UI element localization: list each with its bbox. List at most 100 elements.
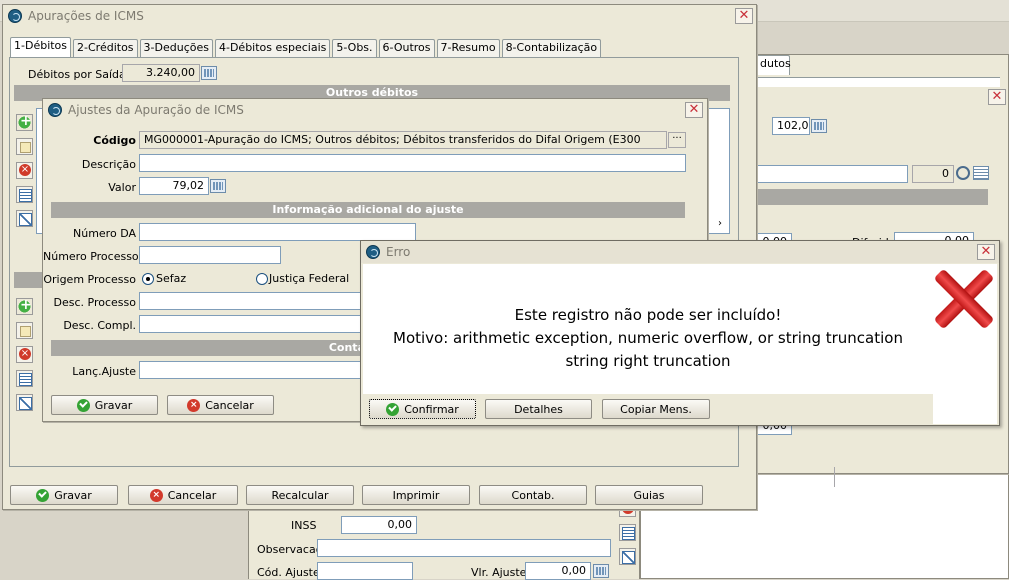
apuracoes-title: Apurações de ICMS [28,9,144,23]
grid-icon[interactable] [16,186,33,203]
descricao-label: Descrição [81,158,136,171]
search-icon[interactable] [956,166,970,180]
ajustes-gravar-button[interactable]: Gravar [51,395,158,415]
numero-processo-field[interactable] [139,246,281,264]
app-icon [8,9,22,23]
ajustes-title: Ajustes da Apuração de ICMS [68,103,244,117]
error-line-1: Este registro não pode ser incluído! [514,306,782,324]
error-message: Este registro não pode ser incluído! Mot… [363,304,933,373]
observacao-label: Observacao [257,543,323,556]
tab-contabilizacao[interactable]: 8-Contabilização [501,39,602,57]
check-icon [76,398,90,412]
guias-button[interactable]: Guias [595,485,703,505]
error-close-button[interactable]: ✕ [977,244,995,260]
ajustes-close-button[interactable]: ✕ [685,102,703,118]
right-text-field[interactable] [756,165,908,183]
tab-produtos[interactable]: dutos [756,55,791,75]
vlr-ajuste-label: Vlr. Ajuste [471,566,527,579]
ajustes-cancelar-button[interactable]: × Cancelar [167,395,274,415]
codigo-lookup-button[interactable]: ··· [668,132,686,148]
apuracoes-close-button[interactable]: ✕ [735,8,753,24]
cod-ajuste-label: Cód. Ajuste [257,566,320,579]
imprimir-button[interactable]: Imprimir [362,485,470,505]
numero-da-label: Número DA [73,227,136,240]
error-dialog: Erro ✕ Este registro não pode ser incluí… [360,240,1000,426]
export-icon[interactable] [619,548,636,565]
origem-sefaz-label[interactable]: Sefaz [156,272,186,285]
origem-justica-radio[interactable] [256,273,268,285]
edit-icon[interactable] [16,138,33,155]
vlr-ajuste-field[interactable]: 0,00 [525,562,591,580]
grid-icon[interactable] [619,524,636,541]
origem-justica-label[interactable]: Justiça Federal [269,272,349,285]
list-icon[interactable] [973,166,989,180]
add-icon[interactable] [16,297,33,315]
tab-outros[interactable]: 6-Outros [378,39,435,57]
numero-processo-label: Número Processo [43,250,139,263]
contab-button[interactable]: Contab. [479,485,587,505]
error-message-panel: Este registro não pode ser incluído! Mot… [363,264,997,424]
tab-debitos-especiais[interactable]: 4-Débitos especiais [214,39,331,57]
app-icon [366,245,380,259]
cancel-icon: × [187,398,201,412]
error-title: Erro [386,245,411,259]
lanc-ajuste-field[interactable] [139,361,369,379]
debitos-saidas-label: Débitos por Saídas [28,68,132,81]
error-x-icon [933,269,993,329]
valor-field[interactable]: 79,02 [139,177,209,195]
calculator-icon[interactable] [210,179,226,193]
origem-processo-label: Origem Processo [43,273,136,286]
right-section-header [756,189,988,205]
cancel-icon: × [149,488,163,502]
right-close-button[interactable]: ✕ [988,89,1006,105]
calculator-icon[interactable] [811,119,827,133]
grid-icon[interactable] [16,370,33,387]
desc-processo-field[interactable] [139,292,369,310]
error-line-2: Motivo: arithmetic exception, numeric ov… [393,329,903,347]
error-button-bar: Confirmar Detalhes Copiar Mens. [363,394,933,424]
tab-deducoes[interactable]: 3-Deduções [139,39,213,57]
grid-scroll-right[interactable]: › [712,218,728,232]
app-icon [48,103,62,117]
cod-ajuste-field[interactable] [317,562,413,580]
calculator-icon[interactable] [201,66,217,80]
check-icon [36,488,50,502]
right-count-field: 0 [912,165,954,183]
inss-field[interactable]: 0,00 [341,516,417,534]
cancelar-button[interactable]: × Cancelar [128,485,238,505]
debitos-saidas-field: 3.240,00 [122,64,200,82]
numero-da-field[interactable] [139,223,416,241]
gravar-button[interactable]: Gravar [10,485,118,505]
add-icon[interactable] [16,113,33,131]
observacao-field[interactable] [317,539,611,557]
delete-icon[interactable] [16,162,33,179]
descricao-field[interactable] [139,154,686,172]
lanc-ajuste-label: Lanç.Ajuste [72,365,136,378]
recalcular-button[interactable]: Recalcular [246,485,354,505]
inss-label: INSS [291,519,317,532]
tab-obs[interactable]: 5-Obs. [332,39,377,57]
ajustes-titlebar: Ajustes da Apuração de ICMS [43,99,707,121]
tab-resumo[interactable]: 7-Resumo [436,39,500,57]
codigo-field: MG000001-Apuração do ICMS; Outros débito… [139,131,667,149]
desc-compl-label: Desc. Compl. [63,319,136,332]
calculator-icon[interactable] [593,564,609,578]
confirmar-button[interactable]: Confirmar [369,399,476,419]
desc-compl-field[interactable] [139,315,369,333]
codigo-label: Código [93,134,136,147]
detalhes-button[interactable]: Detalhes [485,399,592,419]
export-icon[interactable] [16,394,33,411]
edit-icon[interactable] [16,322,33,339]
delete-icon[interactable] [16,346,33,363]
right-value-field[interactable]: 102,01 [772,117,810,135]
conta-header: Conta [51,340,369,356]
copiar-mens-button[interactable]: Copiar Mens. [602,399,710,419]
tab-debitos[interactable]: 1-Débitos [10,37,72,57]
export-icon[interactable] [16,210,33,227]
tab-creditos[interactable]: 2-Créditos [73,39,138,57]
check-icon [386,402,400,416]
desc-processo-label: Desc. Processo [53,296,136,309]
origem-sefaz-radio[interactable] [142,273,154,285]
valor-label: Valor [108,181,136,194]
error-titlebar: Erro [361,241,999,263]
